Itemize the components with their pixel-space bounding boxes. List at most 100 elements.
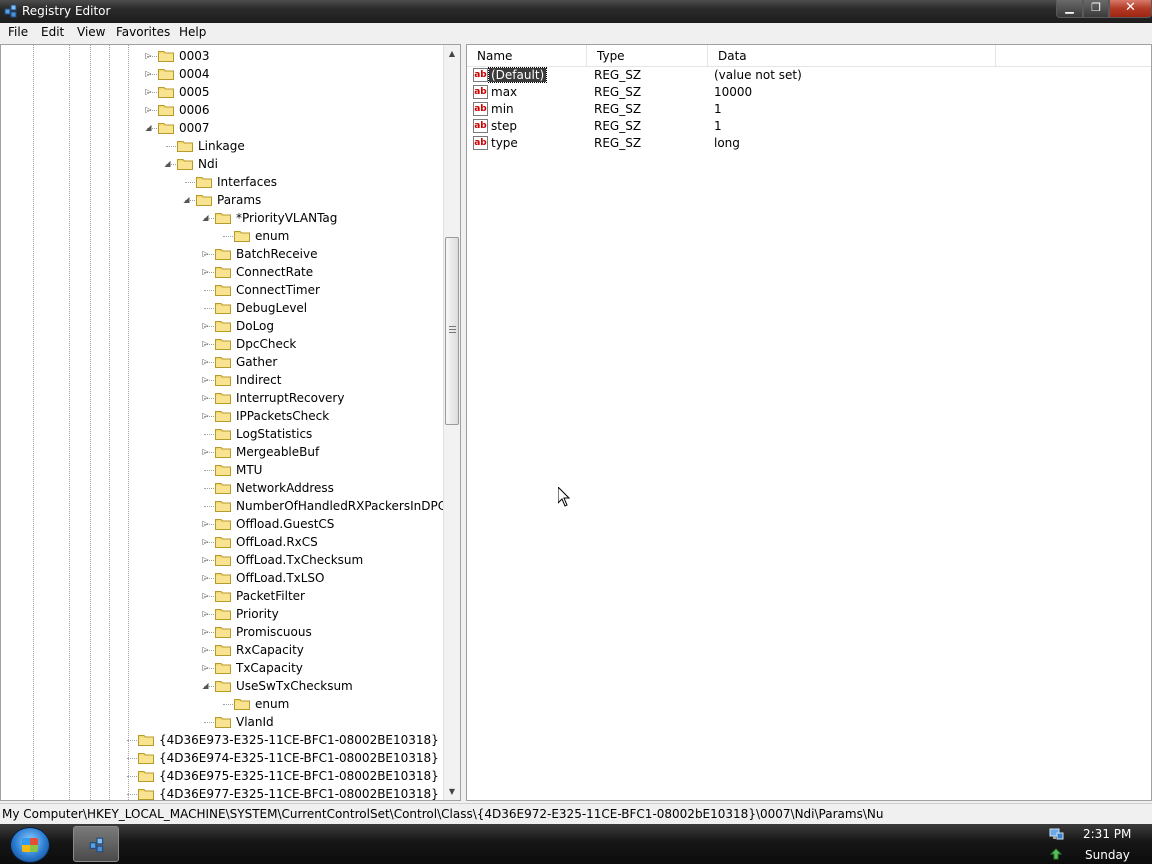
expand-arrow-icon[interactable]: ▷ (144, 105, 153, 114)
tree-item[interactable]: ConnectTimer (1, 281, 444, 299)
tree-item[interactable]: ◢ 0007 (1, 119, 444, 137)
tree-item[interactable]: ◢ *PriorityVLANTag (1, 209, 444, 227)
registry-key-tree[interactable]: ▷ 0003 ▷ 0004 ▷ 0005 ▷ 0006 ◢ 0007 Linkage ◢ Ndi Inte… (0, 44, 461, 801)
collapse-arrow-icon[interactable]: ◢ (201, 681, 210, 690)
network-icon[interactable] (1048, 827, 1064, 843)
expand-arrow-icon[interactable]: ▷ (201, 375, 210, 384)
tree-item[interactable]: {4D36E974-E325-11CE-BFC1-08002BE10318} (1, 749, 444, 767)
value-row[interactable]: ab type REG_SZ long (467, 135, 1151, 152)
collapse-arrow-icon[interactable]: ◢ (144, 123, 153, 132)
expand-arrow-icon[interactable]: ▷ (201, 663, 210, 672)
windows-start-icon[interactable] (10, 827, 50, 863)
expand-arrow-icon[interactable]: ▷ (201, 393, 210, 402)
expand-arrow-icon[interactable]: ▷ (201, 249, 210, 258)
value-name[interactable]: step (489, 119, 519, 133)
tree-item[interactable]: Linkage (1, 137, 444, 155)
expand-arrow-icon[interactable]: ▷ (201, 591, 210, 600)
expand-arrow-icon[interactable]: ▷ (201, 447, 210, 456)
tree-item[interactable]: ▷ Gather (1, 353, 444, 371)
expand-arrow-icon[interactable]: ▷ (201, 645, 210, 654)
value-row[interactable]: ab min REG_SZ 1 (467, 101, 1151, 118)
collapse-arrow-icon[interactable]: ◢ (201, 213, 210, 222)
menu-favorites[interactable]: Favorites (115, 25, 171, 39)
tree-item[interactable]: enum (1, 695, 444, 713)
tree-item[interactable]: ▷ InterruptRecovery (1, 389, 444, 407)
safely-remove-icon[interactable] (1048, 845, 1064, 861)
tree-item[interactable]: enum (1, 227, 444, 245)
tree-item[interactable]: DebugLevel (1, 299, 444, 317)
minimize-button[interactable]: ▁ (1056, 0, 1083, 18)
tree-item[interactable]: ▷ RxCapacity (1, 641, 444, 659)
tree-item[interactable]: ▷ Indirect (1, 371, 444, 389)
scroll-up-arrow-icon[interactable]: ▲ (444, 45, 460, 62)
column-header-type[interactable]: Type (587, 45, 708, 67)
menu-edit[interactable]: Edit (40, 25, 65, 39)
tree-item[interactable]: LogStatistics (1, 425, 444, 443)
tree-item[interactable]: ▷ PacketFilter (1, 587, 444, 605)
tree-item[interactable]: ▷ 0004 (1, 65, 444, 83)
menu-help[interactable]: Help (178, 25, 207, 39)
expand-arrow-icon[interactable]: ▷ (201, 537, 210, 546)
value-name[interactable]: max (489, 85, 519, 99)
expand-arrow-icon[interactable]: ▷ (201, 627, 210, 636)
value-name[interactable]: min (489, 102, 516, 116)
tree-item[interactable]: ▷ TxCapacity (1, 659, 444, 677)
tree-item[interactable]: MTU (1, 461, 444, 479)
value-row[interactable]: ab (Default) REG_SZ (value not set) (467, 67, 1151, 84)
collapse-arrow-icon[interactable]: ◢ (182, 195, 191, 204)
tree-item[interactable]: ▷ OffLoad.TxLSO (1, 569, 444, 587)
expand-arrow-icon[interactable]: ▷ (201, 609, 210, 618)
menu-file[interactable]: File (7, 25, 29, 39)
registry-values-list[interactable]: Name Type Data ab (Default) REG_SZ (value n… (466, 44, 1152, 801)
clock-day[interactable]: Sunday (1085, 848, 1130, 862)
value-name[interactable]: type (489, 136, 520, 150)
tree-item[interactable]: ▷ BatchReceive (1, 245, 444, 263)
tree-item[interactable]: ▷ DpcCheck (1, 335, 444, 353)
tree-item[interactable]: ◢ Ndi (1, 155, 444, 173)
tree-item[interactable]: ▷ 0003 (1, 47, 444, 65)
tree-item[interactable]: ▷ DoLog (1, 317, 444, 335)
value-row[interactable]: ab max REG_SZ 10000 (467, 84, 1151, 101)
tree-item[interactable]: Interfaces (1, 173, 444, 191)
maximize-button[interactable]: ❐ (1083, 0, 1109, 18)
tree-item[interactable]: ▷ 0006 (1, 101, 444, 119)
tree-item[interactable]: NetworkAddress (1, 479, 444, 497)
column-header-name[interactable]: Name (467, 45, 587, 67)
tree-item[interactable]: {4D36E973-E325-11CE-BFC1-08002BE10318} (1, 731, 444, 749)
tree-item[interactable]: ▷ IPPacketsCheck (1, 407, 444, 425)
menu-view[interactable]: View (76, 25, 106, 39)
value-name[interactable]: (Default) (487, 67, 548, 83)
clock-time[interactable]: 2:31 PM (1083, 827, 1131, 841)
tree-item[interactable]: {4D36E975-E325-11CE-BFC1-08002BE10318} (1, 767, 444, 785)
scrollbar-thumb[interactable] (445, 237, 459, 425)
expand-arrow-icon[interactable]: ▷ (144, 51, 153, 60)
expand-arrow-icon[interactable]: ▷ (201, 555, 210, 564)
tree-item[interactable]: ▷ OffLoad.TxChecksum (1, 551, 444, 569)
scroll-down-arrow-icon[interactable]: ▼ (444, 783, 460, 800)
expand-arrow-icon[interactable]: ▷ (201, 411, 210, 420)
tree-item[interactable]: ▷ Priority (1, 605, 444, 623)
expand-arrow-icon[interactable]: ▷ (201, 573, 210, 582)
tree-item[interactable]: ▷ 0005 (1, 83, 444, 101)
tree-vertical-scrollbar[interactable]: ▲ ▼ (443, 45, 460, 800)
expand-arrow-icon[interactable]: ▷ (144, 69, 153, 78)
tree-item[interactable]: ◢ UseSwTxChecksum (1, 677, 444, 695)
expand-arrow-icon[interactable]: ▷ (201, 519, 210, 528)
expand-arrow-icon[interactable]: ▷ (144, 87, 153, 96)
tree-item[interactable]: ▷ OffLoad.RxCS (1, 533, 444, 551)
expand-arrow-icon[interactable]: ▷ (201, 339, 210, 348)
expand-arrow-icon[interactable]: ▷ (201, 267, 210, 276)
taskbar-registry-editor-button[interactable] (73, 826, 119, 862)
column-header-data[interactable]: Data (708, 45, 996, 67)
expand-arrow-icon[interactable]: ▷ (201, 357, 210, 366)
tree-item[interactable]: NumberOfHandledRXPackersInDPC (1, 497, 446, 515)
collapse-arrow-icon[interactable]: ◢ (163, 159, 172, 168)
expand-arrow-icon[interactable]: ▷ (201, 321, 210, 330)
tree-item[interactable]: VlanId (1, 713, 444, 731)
title-bar[interactable]: Registry Editor ▁ ❐ ✕ (0, 0, 1152, 23)
tree-item[interactable]: ◢ Params (1, 191, 444, 209)
tree-item[interactable]: ▷ ConnectRate (1, 263, 444, 281)
tree-item[interactable]: {4D36E977-E325-11CE-BFC1-08002BE10318} (1, 785, 444, 800)
value-row[interactable]: ab step REG_SZ 1 (467, 118, 1151, 135)
tree-item[interactable]: ▷ MergeableBuf (1, 443, 444, 461)
